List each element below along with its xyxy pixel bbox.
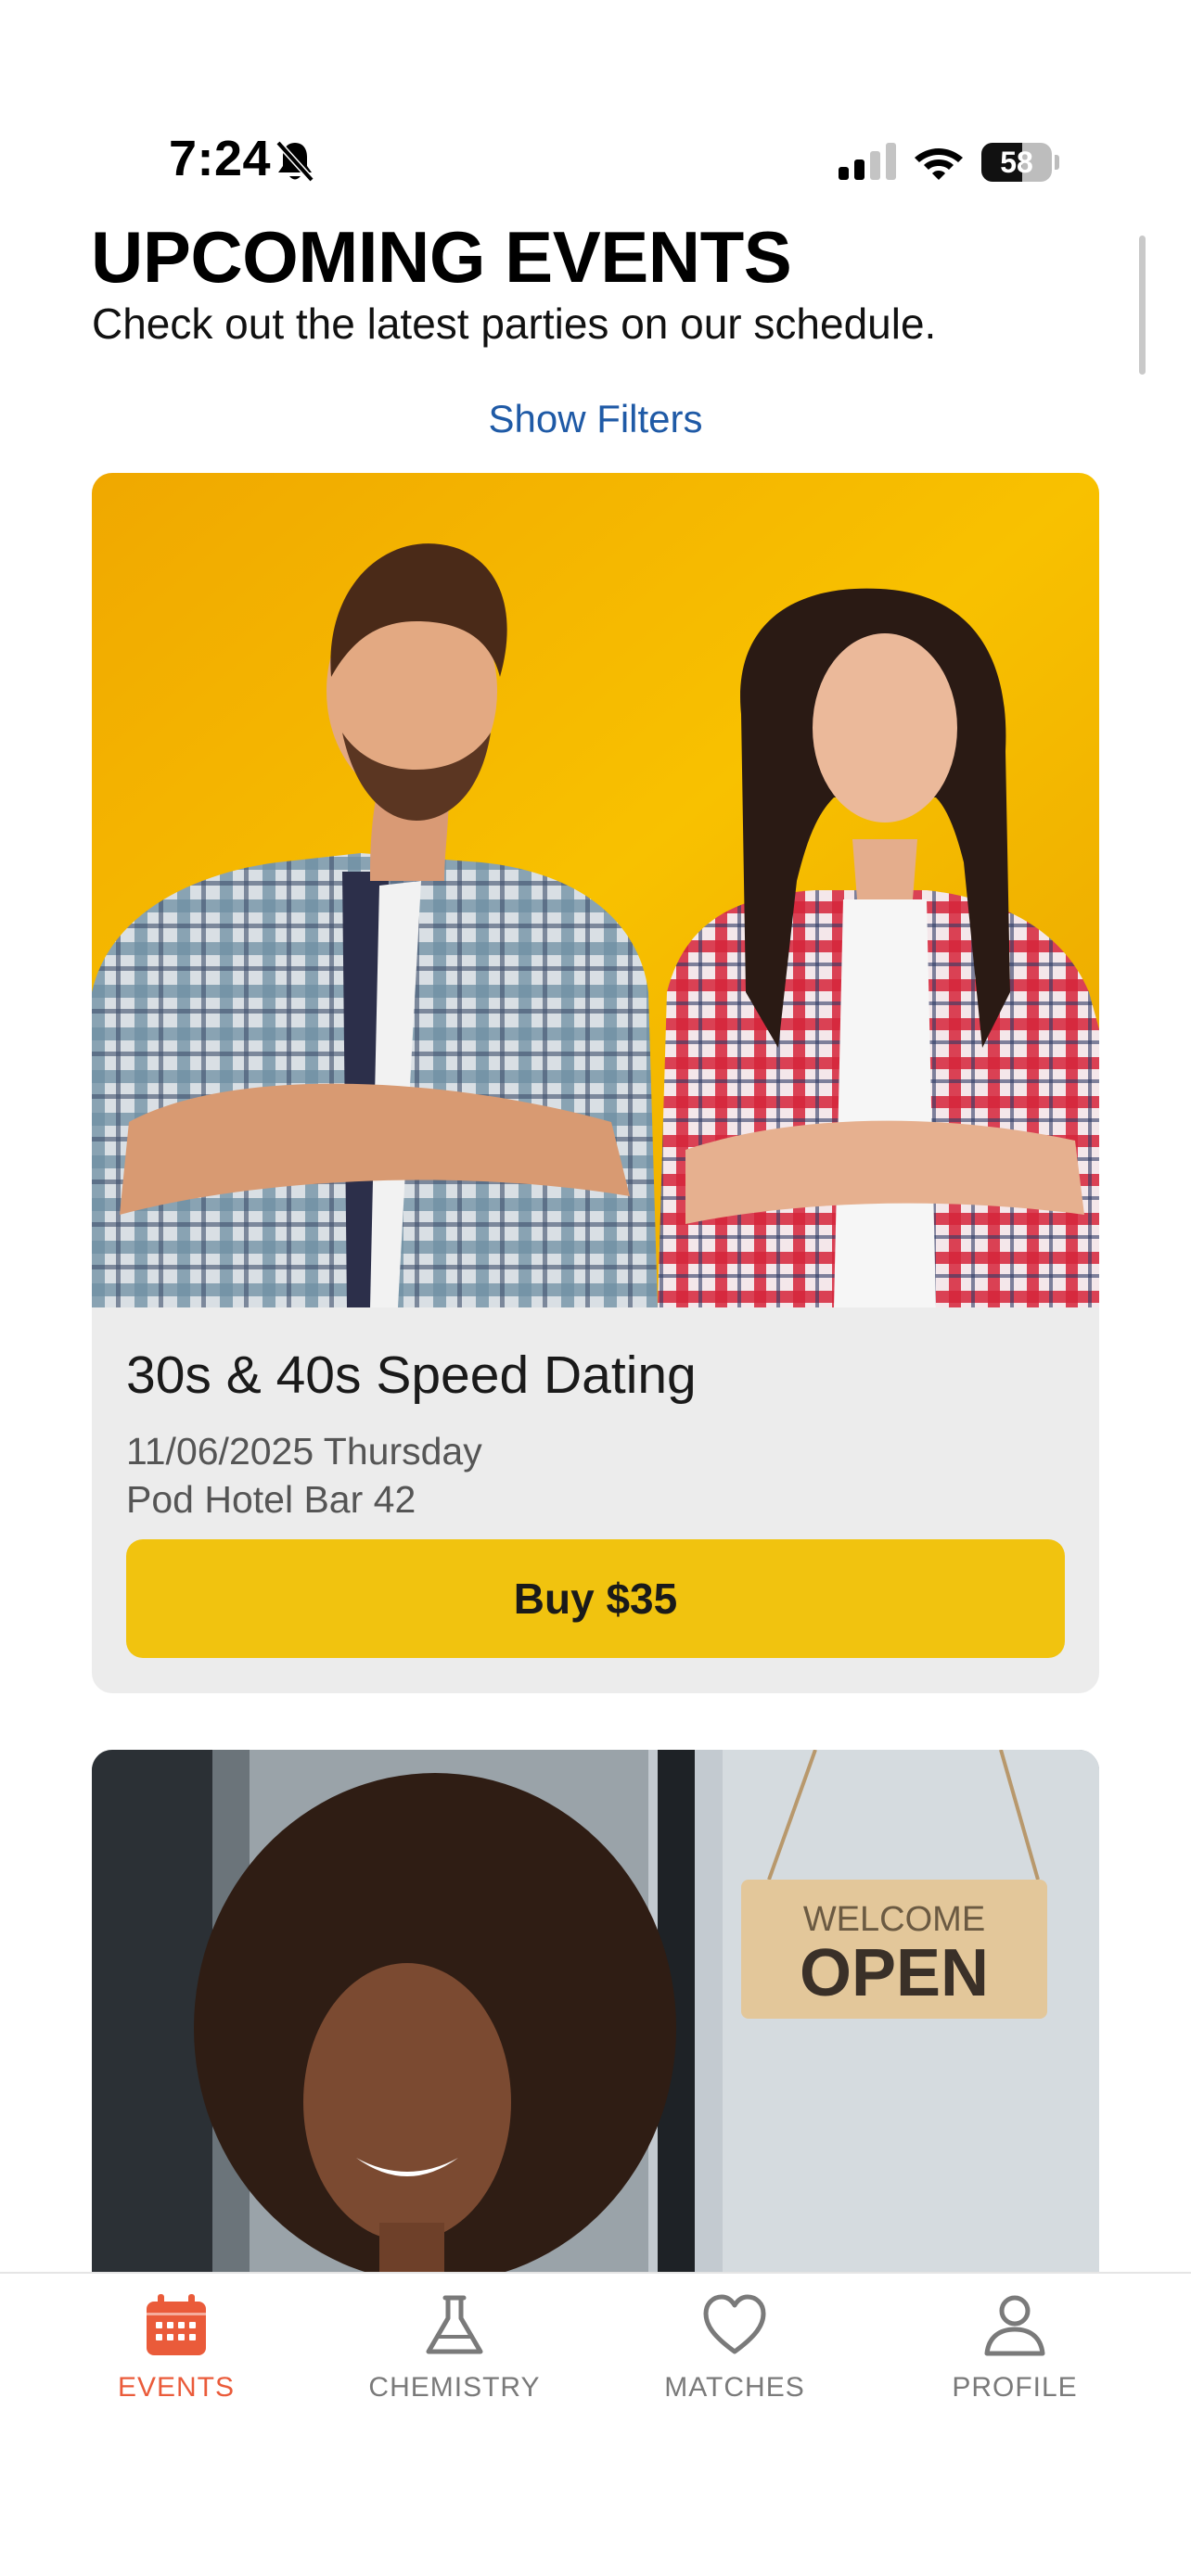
- event-card[interactable]: 30s & 40s Speed Dating 11/06/2025 Thursd…: [92, 473, 1099, 1693]
- sign-welcome-text: WELCOME: [803, 1900, 985, 1939]
- battery-cap: [1055, 155, 1059, 170]
- status-bar: 7:24 58: [0, 0, 1191, 213]
- event-date: 11/06/2025 Thursday: [126, 1430, 482, 1473]
- cellular-signal-icon: [839, 143, 896, 180]
- event-title: 30s & 40s Speed Dating: [126, 1345, 697, 1405]
- tab-profile[interactable]: PROFILE: [876, 2292, 1154, 2459]
- flask-icon: [426, 2295, 483, 2354]
- page-title: UPCOMING EVENTS: [91, 216, 792, 298]
- tab-chemistry[interactable]: CHEMISTRY: [315, 2292, 594, 2459]
- bell-slash-icon: [275, 140, 314, 183]
- battery-percent: 58: [1000, 146, 1033, 179]
- tab-events-label: EVENTS: [117, 2372, 236, 2403]
- buy-ticket-button[interactable]: Buy $35: [126, 1539, 1065, 1658]
- app-screen: 7:24 58 UPCOMING EVENTS Check out the la…: [0, 0, 1191, 2576]
- heart-icon: [703, 2294, 766, 2354]
- scroll-indicator[interactable]: [1139, 236, 1146, 375]
- battery-icon: 58: [981, 143, 1059, 182]
- event-venue: Pod Hotel Bar 42: [126, 1478, 416, 1521]
- status-time: 7:24: [169, 131, 272, 186]
- calendar-icon: [147, 2294, 206, 2355]
- tab-matches[interactable]: MATCHES: [596, 2292, 874, 2459]
- event-photo-couple: [92, 473, 1099, 1307]
- wifi-icon: [915, 148, 963, 180]
- tab-bar: EVENTS CHEMISTRY MATCHES PROFILE: [0, 2272, 1191, 2576]
- page-subtitle: Check out the latest parties on our sche…: [92, 300, 937, 348]
- tab-events[interactable]: EVENTS: [37, 2292, 315, 2459]
- show-filters-link[interactable]: Show Filters: [0, 397, 1191, 441]
- tab-chemistry-label: CHEMISTRY: [368, 2372, 541, 2403]
- battery-body: 58: [981, 143, 1052, 182]
- tab-profile-label: PROFILE: [952, 2372, 1078, 2403]
- sign-open-text: OPEN: [800, 1936, 989, 2010]
- tab-matches-label: MATCHES: [664, 2372, 805, 2403]
- person-icon: [984, 2295, 1045, 2356]
